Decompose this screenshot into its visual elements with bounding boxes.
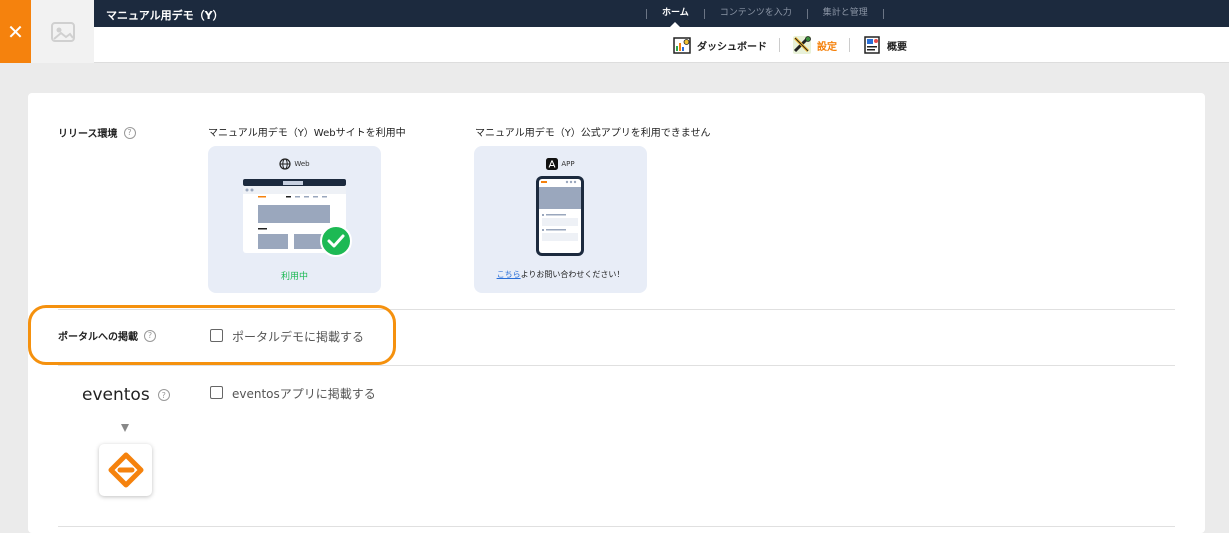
close-icon: ✕: [7, 19, 24, 44]
web-env-title: Web: [294, 160, 310, 168]
tab-settings-label: 設定: [817, 41, 837, 53]
top-bar: ✕ マニュアル用デモ（Y） ホーム コンテンツを入力 集計と管理 ダッシュボード…: [0, 0, 1229, 63]
help-icon[interactable]: ?: [123, 126, 136, 139]
globe-icon: [279, 158, 291, 170]
image-placeholder-icon: [50, 21, 75, 42]
tab-dashboard[interactable]: ダッシュボード: [660, 35, 779, 55]
eventos-checkbox-label[interactable]: eventosアプリに掲載する: [232, 385, 376, 402]
eventos-label-text: eventos: [82, 385, 150, 405]
eventos-logo: [99, 444, 152, 496]
release-env-label: リリース環境 ?: [58, 125, 136, 140]
section-divider: [58, 365, 1175, 366]
tab-dashboard-label: ダッシュボード: [697, 41, 767, 53]
portal-label: ポータルへの掲載 ?: [58, 328, 156, 343]
dashboard-icon: [673, 37, 691, 54]
settings-card: リリース環境 ? マニュアル用デモ（Y）Webサイトを利用中 Web 利用中 マ…: [28, 93, 1205, 533]
tab-analytics-management[interactable]: 集計と管理: [808, 0, 883, 27]
tab-overview-label: 概要: [887, 41, 907, 53]
tab-overview[interactable]: 概要: [850, 35, 919, 55]
app-env-card: APP こちらよりお問い合わせください！: [474, 146, 647, 293]
help-icon[interactable]: ?: [157, 389, 170, 401]
main-nav: マニュアル用デモ（Y） ホーム コンテンツを入力 集計と管理: [94, 0, 1229, 27]
app-env-title: APP: [561, 160, 575, 168]
app-contact-note: こちらよりお問い合わせください！: [474, 269, 647, 280]
tab-settings[interactable]: 設定: [780, 35, 849, 55]
portal-checkbox-label[interactable]: ポータルデモに掲載する: [232, 328, 364, 345]
overview-icon: [864, 36, 880, 54]
eventos-logo-icon: [108, 452, 143, 488]
app-env-header: APP: [474, 158, 647, 170]
app-title: マニュアル用デモ（Y）: [106, 9, 224, 22]
eventos-label: eventos ?: [82, 385, 170, 405]
app-env-caption: マニュアル用デモ（Y）公式アプリを利用できません: [475, 128, 711, 139]
close-button[interactable]: ✕: [0, 0, 31, 63]
settings-tools-icon: [793, 36, 811, 54]
tab-home[interactable]: ホーム: [647, 0, 704, 27]
help-icon[interactable]: ?: [144, 329, 156, 342]
web-env-header: Web: [208, 158, 381, 170]
eventos-checkbox[interactable]: [210, 386, 223, 399]
contact-note-text: よりお問い合わせください！: [520, 270, 625, 279]
app-thumbnail: [31, 0, 94, 63]
tab-content-input[interactable]: コンテンツを入力: [705, 0, 807, 27]
web-env-card: Web 利用中: [208, 146, 381, 293]
portal-label-text: ポータルへの掲載: [58, 332, 138, 343]
app-store-icon: [546, 158, 559, 170]
pin-icon: [121, 424, 129, 432]
portal-checkbox[interactable]: [210, 329, 223, 342]
web-env-caption: マニュアル用デモ（Y）Webサイトを利用中: [208, 128, 406, 139]
contact-link[interactable]: こちら: [497, 270, 521, 279]
section-divider: [58, 526, 1175, 527]
check-circle-icon: [320, 225, 352, 257]
nav-divider: [882, 8, 884, 19]
sub-nav: ダッシュボード 設定 概要: [94, 27, 1229, 63]
release-env-label-text: リリース環境: [58, 129, 118, 140]
nav-tabs: ホーム コンテンツを入力 集計と管理: [646, 0, 884, 27]
mobile-app-illustration: [536, 176, 584, 256]
web-status-text: 利用中: [280, 272, 308, 282]
sub-tabs: ダッシュボード 設定 概要: [660, 27, 919, 63]
